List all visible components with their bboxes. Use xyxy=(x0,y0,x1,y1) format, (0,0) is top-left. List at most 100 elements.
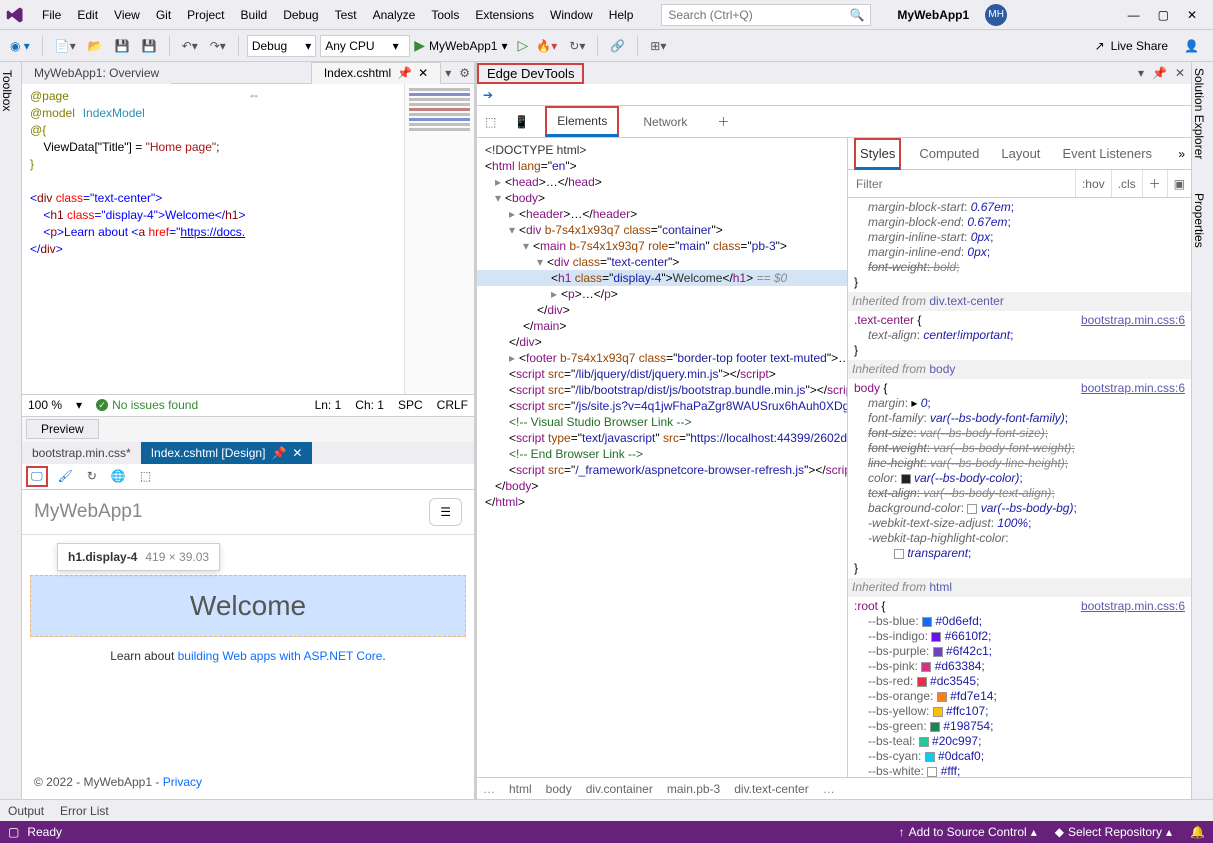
more-tabs-icon[interactable]: » xyxy=(1178,147,1185,161)
zoom-level[interactable]: 100 % xyxy=(28,398,62,412)
select-repository[interactable]: ◆ Select Repository ▴ xyxy=(1055,825,1172,839)
tab-network[interactable]: Network xyxy=(633,109,697,135)
forward-icon[interactable]: ➔ xyxy=(483,88,493,102)
menu-file[interactable]: File xyxy=(34,4,69,26)
branch-icon[interactable]: ▢ xyxy=(8,825,19,839)
menu-help[interactable]: Help xyxy=(601,4,642,26)
gear-icon[interactable]: ⚙ xyxy=(455,64,474,82)
code-content[interactable]: @page @model IndexModel @{ ViewData["Tit… xyxy=(22,84,404,394)
menu-debug[interactable]: Debug xyxy=(275,4,326,26)
device-mode-icon[interactable]: ▣ xyxy=(1167,170,1191,197)
tab-index-design[interactable]: Index.cshtml [Design] 📌 ✕ xyxy=(141,442,313,464)
toolbox-tab[interactable]: Toolbox xyxy=(0,62,22,799)
platform-dropdown[interactable]: Any CPU▾ xyxy=(320,35,410,57)
css-link[interactable]: bootstrap.min.css:6 xyxy=(1081,381,1185,396)
redo-button[interactable]: ↷▾ xyxy=(206,37,230,55)
run-target[interactable]: MyWebApp1 xyxy=(429,39,497,53)
split-icon[interactable]: ⇔ xyxy=(248,88,260,102)
save-button[interactable]: 💾 xyxy=(111,37,134,55)
right-side-tabs[interactable]: Solution Explorer Properties xyxy=(1191,62,1213,799)
tab-layout[interactable]: Layout xyxy=(997,140,1044,167)
solution-explorer-tab[interactable]: Solution Explorer xyxy=(1192,68,1206,159)
open-button[interactable]: 📂 xyxy=(84,37,107,55)
devtools-breadcrumb[interactable]: … html body div.container main.pb-3 div.… xyxy=(477,777,1191,799)
source-control[interactable]: ↑ Add to Source Control ▴ xyxy=(899,825,1037,839)
privacy-link[interactable]: Privacy xyxy=(163,775,202,789)
learn-link[interactable]: building Web apps with ASP.NET Core xyxy=(178,649,383,663)
minimize-icon[interactable]: — xyxy=(1128,8,1140,22)
menu-git[interactable]: Git xyxy=(148,4,179,26)
close-icon[interactable]: ✕ xyxy=(1187,8,1197,22)
code-editor[interactable]: ⇔ @page @model IndexModel @{ ViewData["T… xyxy=(22,84,474,394)
back-button[interactable]: ◉ ▾ xyxy=(6,37,34,55)
menu-test[interactable]: Test xyxy=(327,4,365,26)
hot-reload-button[interactable]: 🔥▾ xyxy=(532,37,561,55)
run-button[interactable]: ▶ xyxy=(414,37,425,54)
search-box[interactable]: 🔍 xyxy=(661,4,871,26)
tab-index-cshtml[interactable]: Index.cshtml 📌 ✕ xyxy=(311,62,441,84)
menu-analyze[interactable]: Analyze xyxy=(365,4,424,26)
device-icon[interactable]: 📱 xyxy=(512,113,531,131)
no-issues[interactable]: ✓No issues found xyxy=(96,398,198,412)
hamburger-icon[interactable]: ☰ xyxy=(429,498,462,526)
inspect-button[interactable]: 🖵 xyxy=(26,466,48,487)
properties-tab[interactable]: Properties xyxy=(1192,193,1206,248)
live-share[interactable]: ↗ Live Share 👤 xyxy=(1095,39,1207,53)
brush-icon[interactable]: 🖌 xyxy=(54,467,77,485)
output-tab[interactable]: Output xyxy=(8,804,44,818)
close-icon[interactable]: ✕ xyxy=(1175,66,1185,80)
menu-view[interactable]: View xyxy=(106,4,148,26)
bell-icon[interactable]: 🔔 xyxy=(1190,825,1205,839)
admin-icon[interactable]: 👤 xyxy=(1184,39,1199,53)
new-item-button[interactable]: 📄▾ xyxy=(51,37,80,55)
maximize-icon[interactable]: ▢ xyxy=(1158,8,1169,22)
css-link[interactable]: bootstrap.min.css:6 xyxy=(1081,313,1185,328)
pin-icon[interactable]: 📌 xyxy=(1152,66,1167,80)
globe-icon[interactable]: 🌐 xyxy=(107,467,130,485)
tab-elements[interactable]: Elements xyxy=(545,106,619,137)
close-tab-icon[interactable]: ✕ xyxy=(292,446,302,460)
add-tab-icon[interactable]: ＋ xyxy=(711,111,735,132)
close-tab-icon[interactable]: ✕ xyxy=(418,66,428,80)
menu-tools[interactable]: Tools xyxy=(423,4,467,26)
preview-button[interactable]: Preview xyxy=(26,419,99,439)
dropdown-icon[interactable]: ▾ xyxy=(1138,66,1144,80)
config-dropdown[interactable]: Debug▾ xyxy=(247,35,316,57)
tab-dropdown-icon[interactable]: ▾ xyxy=(441,64,455,82)
pin-icon[interactable]: 📌 xyxy=(271,446,286,460)
dom-tree[interactable]: <!DOCTYPE html> <html lang="en"> ▸<head>… xyxy=(477,138,847,777)
border-icon[interactable]: ⬚ xyxy=(136,467,155,485)
browser-preview[interactable]: MyWebApp1 ☰ h1.display-4419 × 39.03 Welc… xyxy=(22,490,474,800)
menu-extensions[interactable]: Extensions xyxy=(467,4,542,26)
undo-button[interactable]: ↶▾ xyxy=(178,37,202,55)
browser-link-button[interactable]: 🔗 xyxy=(606,37,629,55)
error-list-tab[interactable]: Error List xyxy=(60,804,109,818)
space-indicator: SPC xyxy=(398,398,423,412)
menu-edit[interactable]: Edit xyxy=(69,4,106,26)
devtools-title[interactable]: Edge DevTools xyxy=(477,63,584,84)
save-all-button[interactable]: 💾 xyxy=(138,37,161,55)
tool-button[interactable]: ⊞▾ xyxy=(646,37,670,55)
cls-toggle[interactable]: .cls xyxy=(1111,170,1142,197)
run-no-debug-button[interactable]: ▷ xyxy=(518,37,529,54)
tab-bootstrap-css[interactable]: bootstrap.min.css* xyxy=(22,442,141,464)
tab-overview[interactable]: MyWebApp1: Overview xyxy=(22,62,171,84)
minimap[interactable] xyxy=(404,84,474,394)
pin-icon[interactable]: 📌 xyxy=(397,66,412,80)
add-rule-icon[interactable]: ＋ xyxy=(1142,170,1167,197)
refresh-icon[interactable]: ↻ xyxy=(83,467,101,485)
tab-event-listeners[interactable]: Event Listeners xyxy=(1058,140,1156,167)
menu-window[interactable]: Window xyxy=(542,4,601,26)
menu-project[interactable]: Project xyxy=(179,4,232,26)
css-link[interactable]: bootstrap.min.css:6 xyxy=(1081,599,1185,614)
inspect-icon[interactable]: ⬚ xyxy=(483,113,498,131)
hov-toggle[interactable]: :hov xyxy=(1075,170,1111,197)
styles-filter-input[interactable] xyxy=(848,177,1075,191)
menu-build[interactable]: Build xyxy=(233,4,276,26)
tab-computed[interactable]: Computed xyxy=(915,140,983,167)
search-input[interactable] xyxy=(668,8,849,22)
avatar[interactable]: MH xyxy=(985,4,1007,26)
tab-styles[interactable]: Styles xyxy=(854,138,901,170)
refresh-button[interactable]: ↻▾ xyxy=(565,37,589,55)
styles-rules[interactable]: margin-block-start: 0.67em; margin-block… xyxy=(848,198,1191,777)
